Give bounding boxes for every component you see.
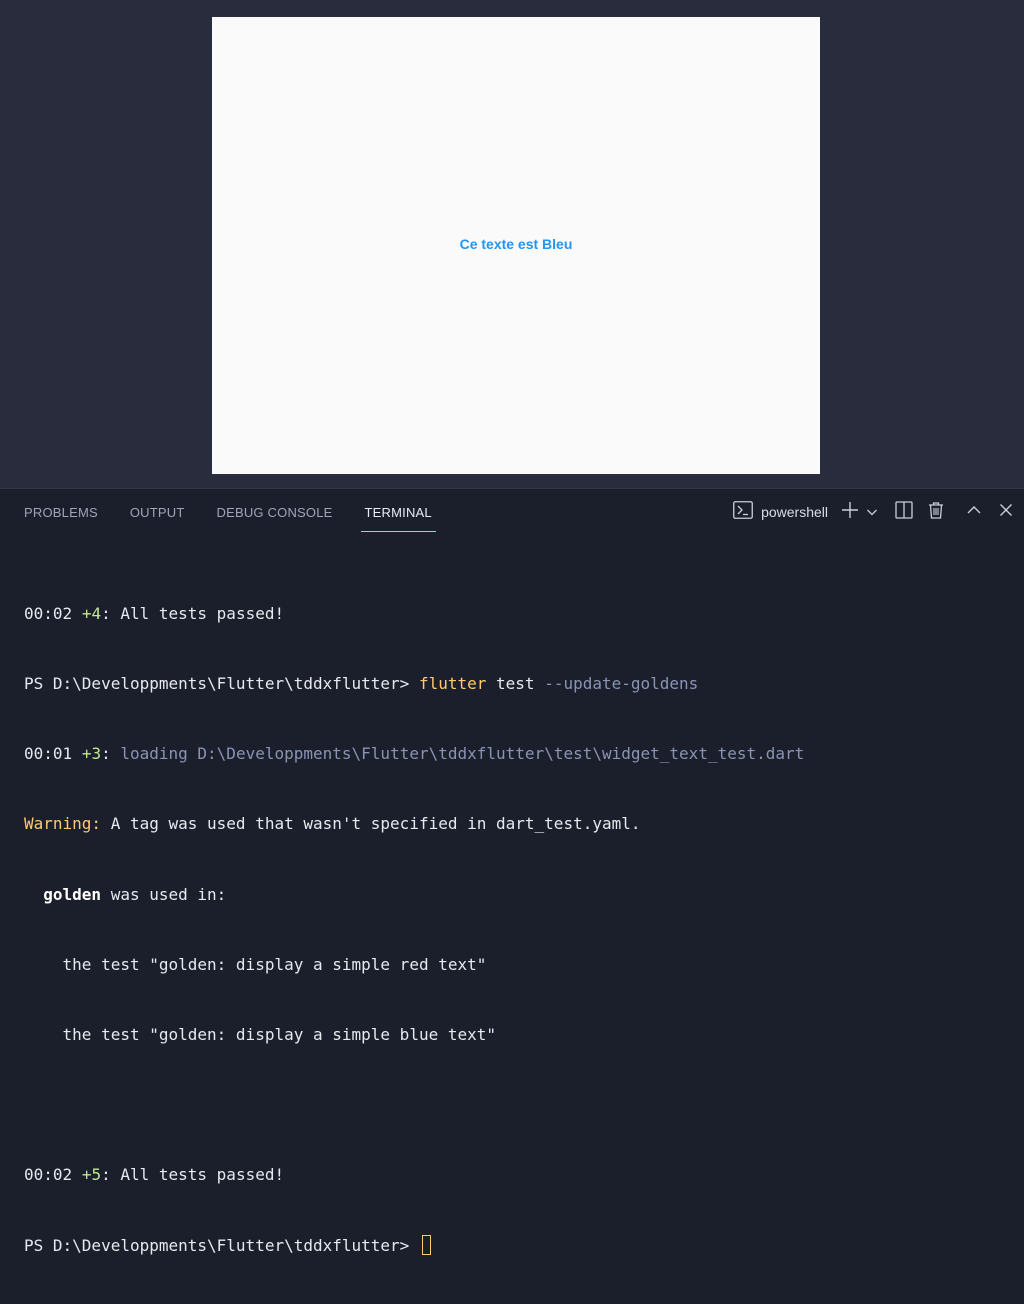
terminal-cursor [421, 1234, 431, 1255]
separator: : [101, 744, 121, 764]
maximize-panel-button[interactable] [962, 498, 986, 526]
tab-terminal[interactable]: TERMINAL [349, 489, 448, 535]
terminal-line: 00:02 +4: All tests passed! [24, 602, 1014, 625]
terminal-line: PS D:\Developpments\Flutter\tddxflutter> [24, 1234, 1014, 1257]
kill-terminal-button[interactable] [924, 498, 948, 526]
split-icon [895, 501, 913, 523]
passed-count: +4 [81, 603, 102, 623]
tab-problems[interactable]: PROBLEMS [8, 489, 114, 535]
terminal-line: Warning: A tag was used that wasn't spec… [24, 812, 1014, 835]
chevron-down-icon [866, 503, 878, 522]
close-panel-button[interactable] [994, 498, 1018, 526]
status-message: : All tests passed! [101, 1165, 285, 1185]
tab-debug-console[interactable]: DEBUG CONSOLE [201, 489, 349, 535]
chevron-up-icon [966, 502, 982, 522]
warning-label: Warning: [24, 814, 102, 834]
terminal-options-dropdown[interactable] [864, 498, 880, 526]
terminal-line: golden was used in: [24, 883, 1014, 906]
terminal-line: 00:01 +3: loading D:\Developpments\Flutt… [24, 742, 1014, 765]
golden-image-preview: Ce texte est Bleu [212, 17, 820, 474]
status-message: : All tests passed! [101, 603, 285, 623]
tag-name: golden [43, 884, 102, 904]
terminal-shell-selector[interactable]: powershell [733, 498, 836, 526]
terminal-line: the test "golden: display a simple red t… [24, 954, 487, 974]
terminal-line: 00:02 +5: All tests passed! [24, 1163, 1014, 1186]
split-terminal-button[interactable] [892, 498, 916, 526]
shell-prompt: PS D:\Developpments\Flutter\tddxflutter> [24, 1235, 419, 1255]
panel-actions: powershell [733, 489, 1018, 535]
tab-output[interactable]: OUTPUT [114, 489, 201, 535]
bottom-panel: PROBLEMS OUTPUT DEBUG CONSOLE TERMINAL p… [0, 488, 1024, 1255]
close-icon [998, 502, 1014, 522]
elapsed-time: 00:02 [24, 603, 73, 623]
warning-message: A tag was used that wasn't specified in … [101, 814, 641, 834]
elapsed-time: 00:02 [24, 1165, 73, 1185]
panel-tabs: PROBLEMS OUTPUT DEBUG CONSOLE TERMINAL [8, 489, 448, 535]
shell-name: powershell [761, 504, 828, 520]
loading-message: loading D:\Developpments\Flutter\tddxflu… [120, 744, 805, 764]
passed-count: +5 [81, 1165, 102, 1185]
plus-icon [841, 501, 859, 523]
terminal-output[interactable]: 00:02 +4: All tests passed! PS D:\Develo… [24, 555, 1014, 1304]
terminal-line: the test "golden: display a simple blue … [24, 1025, 497, 1045]
terminal-line: PS D:\Developpments\Flutter\tddxflutter>… [24, 672, 1014, 695]
tag-usage-message: was used in: [101, 884, 227, 904]
command-flag: --update-goldens [544, 674, 699, 694]
terminal-icon [733, 501, 753, 523]
command-name: flutter [418, 674, 487, 694]
command-args: test [486, 674, 545, 694]
trash-icon [927, 501, 945, 523]
new-terminal-button[interactable] [838, 498, 862, 526]
shell-prompt: PS D:\Developpments\Flutter\tddxflutter> [24, 674, 419, 694]
elapsed-time: 00:01 [24, 744, 73, 764]
preview-text: Ce texte est Bleu [459, 236, 573, 252]
passed-count: +3 [81, 744, 102, 764]
editor-area: Ce texte est Bleu [0, 0, 1024, 488]
